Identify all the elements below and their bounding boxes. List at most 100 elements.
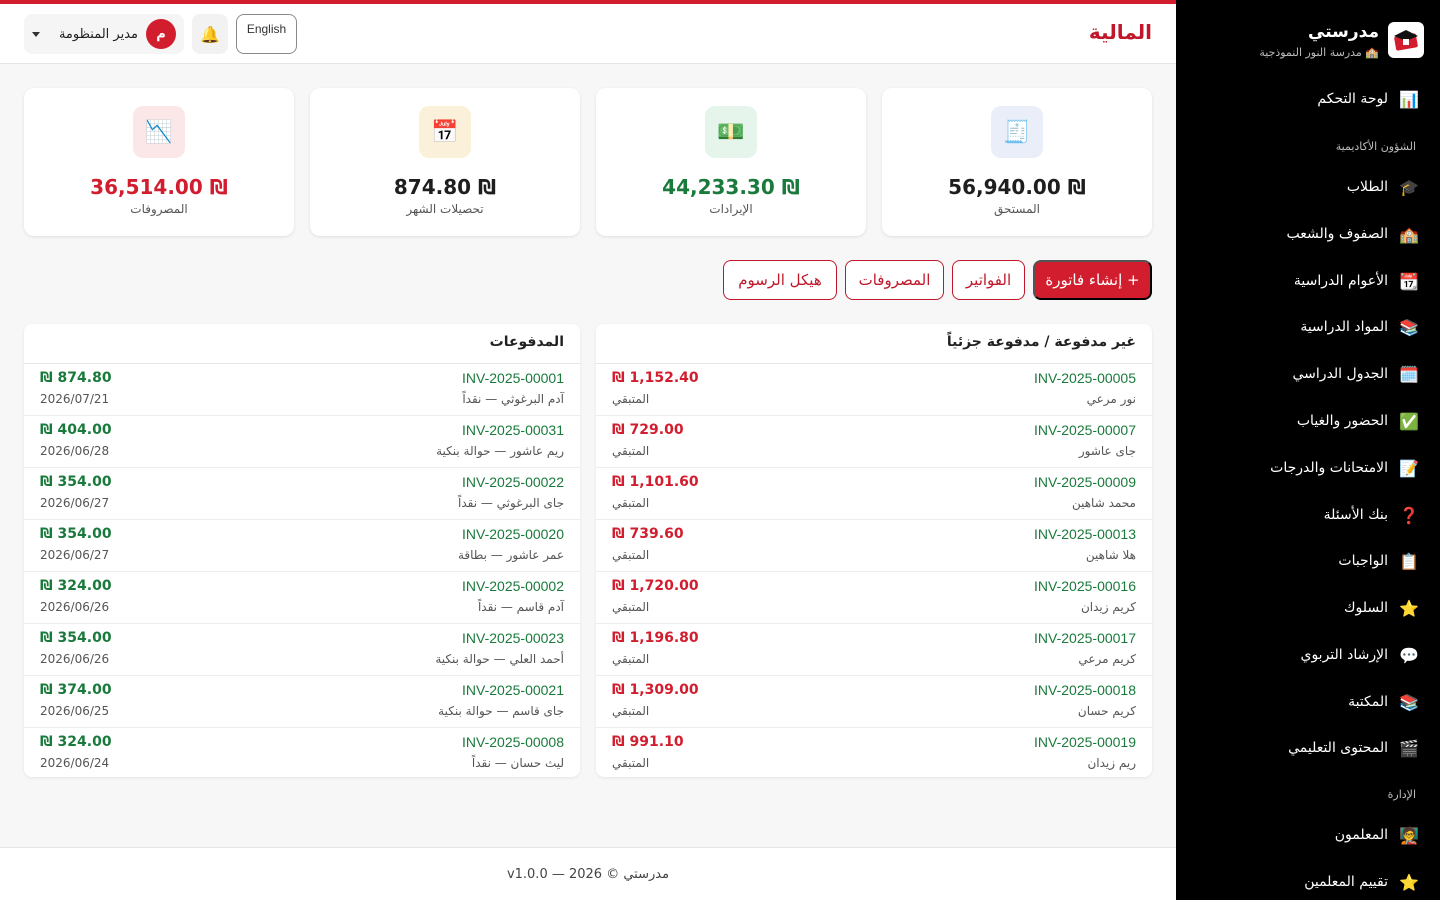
clipboard-icon: 📋 [1399, 551, 1419, 571]
payment-detail: جاى قاسم — حوالة بنكية [438, 704, 564, 718]
remaining-label: المتبقي [612, 756, 650, 770]
graduation-cap-icon: 🎓 [1399, 177, 1419, 197]
invoice-number: INV-2025-00020 [462, 526, 564, 542]
remaining-amount: ₪ 991.10 [612, 734, 684, 750]
remaining-label: المتبقي [612, 444, 650, 458]
books-icon: 📚 [1399, 317, 1419, 337]
stat-value: ₪ 36,514.00 [90, 175, 228, 199]
footer: مدرستي © 2026 — v1.0.0 [0, 847, 1176, 900]
stat-label: المستحق [993, 202, 1040, 216]
table-row[interactable]: INV-2025-00023 أحمد العلي — حوالة بنكية ₪ … [24, 624, 580, 676]
payment-date: 2026/06/28 [40, 444, 110, 458]
sidebar-item-timetable[interactable]: 🗓️ الجدول الدراسي [1196, 359, 1420, 389]
language-toggle-button[interactable]: English [236, 14, 297, 54]
panel-title: غير مدفوعة / مدفوعة جزئياً [946, 334, 1136, 350]
table-row[interactable]: INV-2025-00020 عمر عاشور — بطاقة ₪ 354.00 2… [24, 520, 580, 572]
school-icon: 🏫 [1399, 224, 1419, 244]
stat-card-month-collections: 📅 ₪ 874.80 تحصيلات الشهر [310, 88, 580, 236]
create-invoice-button[interactable]: + إنشاء فاتورة [1033, 260, 1152, 300]
payment-date: 2026/06/25 [40, 704, 110, 718]
question-mark-icon: ❓ [1399, 505, 1419, 525]
payment-detail: آدم البرغوثي — نقداً [462, 392, 564, 406]
stat-value: ₪ 874.80 [393, 175, 497, 199]
sidebar-item-label: الطلاب [1346, 179, 1388, 195]
stat-card-due: 🧾 ₪ 56,940.00 المستحق [882, 88, 1152, 236]
stat-card-revenue: 💵 ₪ 44,233.30 الإيرادات [596, 88, 866, 236]
sidebar-item-students[interactable]: 🎓 الطلاب [1196, 172, 1420, 202]
user-menu[interactable]: م مدير المنظومة [24, 14, 184, 54]
sidebar-item-exams[interactable]: 📝 الامتحانات والدرجات [1196, 453, 1420, 483]
remaining-label: المتبقي [612, 704, 650, 718]
payment-detail: آدم قاسم — نقداً [477, 600, 564, 614]
brand[interactable]: مدرستي 🏫 مدرسة النور النموذجية [1192, 22, 1424, 62]
paid-amount: ₪ 354.00 [40, 526, 112, 542]
payment-detail: ريم عاشور — حوالة بنكية [436, 444, 564, 458]
table-row[interactable]: INV-2025-00001 آدم البرغوثي — نقداً ₪ 874.… [24, 364, 580, 416]
notifications-button[interactable]: 🔔 [192, 14, 228, 54]
stat-value: ₪ 44,233.30 [662, 175, 800, 199]
table-row[interactable]: INV-2025-00002 آدم قاسم — نقداً ₪ 324.00 20… [24, 572, 580, 624]
sidebar-item-homework[interactable]: 📋 الواجبات [1196, 546, 1420, 576]
sidebar-section-admin: الإدارة [1387, 788, 1416, 801]
school-logo-icon [1388, 22, 1424, 58]
invoice-number: INV-2025-00007 [1034, 422, 1136, 438]
sidebar-item-classes[interactable]: 🏫 الصفوف والشعب [1196, 219, 1420, 249]
check-mark-icon: ✅ [1399, 411, 1419, 431]
table-row[interactable]: INV-2025-00031 ريم عاشور — حوالة بنكية ₪ 4… [24, 416, 580, 468]
invoice-number: INV-2025-00013 [1034, 526, 1136, 542]
sidebar-item-content[interactable]: 🎬 المحتوى التعليمي [1196, 733, 1420, 763]
table-row[interactable]: INV-2025-00021 جاى قاسم — حوالة بنكية ₪ 37… [24, 676, 580, 728]
payment-detail: جاى البرغوثي — نقداً [457, 496, 564, 510]
table-row[interactable]: INV-2025-00007 جاى عاشور ₪ 729.00 المتبقي [596, 416, 1152, 468]
sidebar-item-label: المكتبة [1348, 694, 1388, 710]
speech-bubble-icon: 💬 [1399, 645, 1419, 665]
payment-date: 2026/06/26 [40, 600, 110, 614]
table-row[interactable]: INV-2025-00005 نور مرعي ₪ 1,152.40 المتبقي [596, 364, 1152, 416]
remaining-label: المتبقي [612, 600, 650, 614]
footer-text: مدرستي © 2026 — v1.0.0 [506, 866, 670, 882]
topbar: المالية English 🔔 م مدير المنظومة [0, 4, 1176, 64]
chart-decreasing-icon: 📉 [133, 106, 185, 158]
table-row[interactable]: INV-2025-00018 كريم حسان ₪ 1,309.00 المتبقي [596, 676, 1152, 728]
expenses-button[interactable]: المصروفات [845, 260, 944, 300]
stat-value: ₪ 56,940.00 [948, 175, 1086, 199]
sidebar-item-label: الإرشاد التربوي [1300, 647, 1388, 663]
paid-amount: ₪ 324.00 [40, 734, 112, 750]
sidebar-item-teacher-evaluation[interactable]: ⭐ تقييم المعلمين [1196, 867, 1420, 897]
sidebar-item-label: الواجبات [1338, 553, 1388, 569]
sidebar-item-dashboard[interactable]: 📊 لوحة التحكم [1196, 84, 1420, 114]
sidebar-item-question-bank[interactable]: ❓ بنك الأسئلة [1196, 500, 1420, 530]
student-name: نور مرعي [1086, 392, 1136, 406]
invoice-number: INV-2025-00008 [462, 734, 564, 750]
invoices-button[interactable]: الفواتير [952, 260, 1025, 300]
table-row[interactable]: INV-2025-00016 كريم زيدان ₪ 1,720.00 المتبق… [596, 572, 1152, 624]
sidebar-item-library[interactable]: 📚 المكتبة [1196, 687, 1420, 717]
memo-icon: 📝 [1399, 458, 1419, 478]
student-name: كريم مرعي [1078, 652, 1136, 666]
sidebar-item-counseling[interactable]: 💬 الإرشاد التربوي [1196, 640, 1420, 670]
student-name: كريم زيدان [1080, 600, 1136, 614]
sidebar-item-academic-years[interactable]: 📆 الأعوام الدراسية [1196, 266, 1420, 296]
remaining-label: المتبقي [612, 652, 650, 666]
table-row[interactable]: INV-2025-00017 كريم مرعي ₪ 1,196.80 المتبقي [596, 624, 1152, 676]
sidebar-item-behavior[interactable]: ⭐ السلوك [1196, 593, 1420, 623]
sidebar-item-label: السلوك [1343, 600, 1388, 616]
table-row[interactable]: INV-2025-00019 ريم زيدان ₪ 991.10 المتبقي [596, 728, 1152, 777]
payment-date: 2026/06/27 [40, 548, 110, 562]
sidebar-item-teachers[interactable]: 🧑‍🏫 المعلمون [1196, 820, 1420, 850]
table-row[interactable]: INV-2025-00009 محمد شاهين ₪ 1,101.60 المتبق… [596, 468, 1152, 520]
books-icon: 📚 [1399, 692, 1419, 712]
student-name: هلا شاهين [1085, 548, 1136, 562]
table-row[interactable]: INV-2025-00022 جاى البرغوثي — نقداً ₪ 354.… [24, 468, 580, 520]
table-row[interactable]: INV-2025-00008 ليث حسان — نقداً ₪ 324.00 20… [24, 728, 580, 777]
student-name: ريم زيدان [1087, 756, 1136, 770]
sidebar-item-subjects[interactable]: 📚 المواد الدراسية [1196, 312, 1420, 342]
sidebar-item-attendance[interactable]: ✅ الحضور والغياب [1196, 406, 1420, 436]
fee-structure-button[interactable]: هيكل الرسوم [723, 260, 837, 300]
sidebar-item-label: بنك الأسئلة [1323, 507, 1388, 523]
invoice-number: INV-2025-00009 [1034, 474, 1136, 490]
table-row[interactable]: INV-2025-00013 هلا شاهين ₪ 739.60 المتبقي [596, 520, 1152, 572]
sidebar-item-label: تقييم المعلمين [1304, 874, 1388, 890]
sidebar-item-label: الحضور والغياب [1296, 413, 1388, 429]
paid-amount: ₪ 324.00 [40, 578, 112, 594]
